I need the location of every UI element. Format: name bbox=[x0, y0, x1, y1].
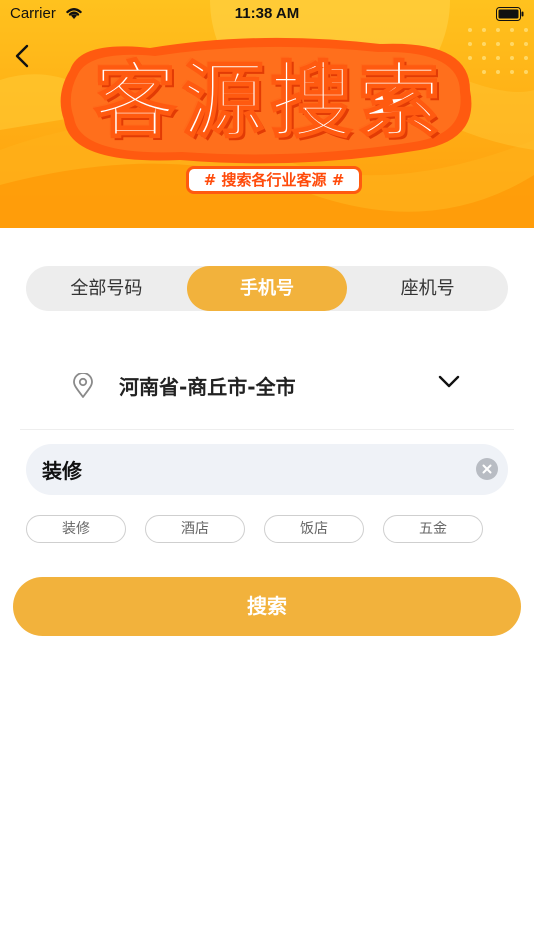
clear-icon bbox=[482, 464, 492, 474]
chevron-down-icon[interactable] bbox=[438, 375, 460, 389]
clear-input-button[interactable] bbox=[476, 458, 498, 480]
status-time: 11:38 AM bbox=[234, 5, 300, 22]
screen: Carrier 11:38 AM 客源搜索 # 搜索各行业客源 # 全部号码 手… bbox=[0, 0, 534, 950]
location-selector[interactable]: 河南省-商丘市-全市 bbox=[20, 350, 514, 430]
tag-chip[interactable]: 装修 bbox=[26, 515, 126, 543]
banner-title-wrap: 客源搜索 bbox=[60, 48, 480, 168]
tag-chip[interactable]: 五金 bbox=[383, 515, 483, 543]
search-input[interactable] bbox=[42, 444, 462, 495]
banner-subtitle: # 搜索各行业客源 # bbox=[186, 166, 362, 194]
location-value: 河南省-商丘市-全市 bbox=[119, 375, 296, 399]
tab-all-numbers[interactable]: 全部号码 bbox=[26, 266, 187, 311]
header-banner: Carrier 11:38 AM 客源搜索 # 搜索各行业客源 # bbox=[0, 0, 534, 228]
search-button[interactable]: 搜索 bbox=[13, 577, 521, 636]
back-button[interactable] bbox=[10, 40, 36, 72]
status-bar: Carrier 11:38 AM bbox=[0, 0, 534, 28]
tag-chip[interactable]: 酒店 bbox=[145, 515, 245, 543]
tag-chip[interactable]: 饭店 bbox=[264, 515, 364, 543]
number-type-tabs: 全部号码 手机号 座机号 bbox=[26, 266, 508, 311]
location-pin-icon bbox=[73, 373, 93, 398]
search-box bbox=[26, 444, 508, 495]
tab-landline[interactable]: 座机号 bbox=[347, 266, 508, 311]
battery-icon bbox=[496, 7, 524, 21]
tab-mobile[interactable]: 手机号 bbox=[186, 266, 348, 311]
banner-title: 客源搜索 bbox=[93, 53, 446, 150]
